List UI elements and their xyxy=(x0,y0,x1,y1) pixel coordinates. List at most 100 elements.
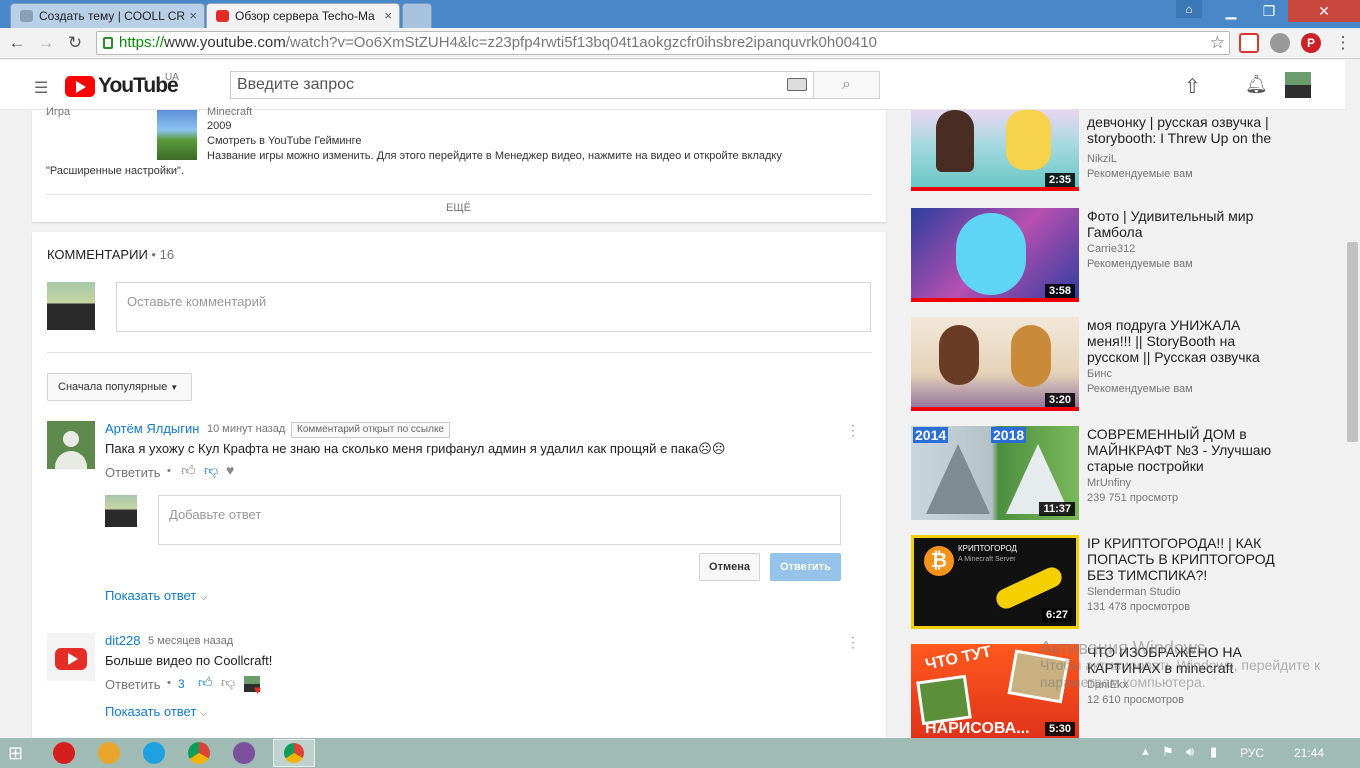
divider xyxy=(46,194,871,195)
game-name[interactable]: Minecraft xyxy=(207,106,252,118)
skype-icon[interactable] xyxy=(143,742,165,764)
cancel-button[interactable]: Отмена xyxy=(699,553,760,581)
video-duration: 6:27 xyxy=(1041,608,1072,622)
video-thumbnail[interactable]: 3:58 xyxy=(911,208,1079,302)
show-reply-button[interactable]: Показать ответ ⌵ xyxy=(105,704,208,719)
minimize-button[interactable]: ▁ xyxy=(1212,0,1250,22)
video-title[interactable]: storybooth: I Threw Up on the xyxy=(1087,130,1307,146)
browser-tab-1[interactable]: Создать тему | COOLL CR × xyxy=(10,3,205,28)
video-title[interactable]: IP КРИПТОГОРОДА!! | КАК xyxy=(1087,535,1307,551)
video-info[interactable]: моя подруга УНИЖАЛА меня!!! || StoryBoot… xyxy=(1087,317,1307,397)
submit-reply-button[interactable]: Ответить xyxy=(770,553,841,581)
description-note: Название игры можно изменить. Для этого … xyxy=(207,150,782,162)
separator-dot: • xyxy=(167,465,171,477)
video-title[interactable]: Фото | Удивительный мир xyxy=(1087,208,1307,224)
video-title[interactable]: русском || Русская озвучка xyxy=(1087,349,1307,365)
active-chrome-task[interactable] xyxy=(273,739,315,767)
video-info[interactable]: IP КРИПТОГОРОДА!! | КАК ПОПАСТЬ В КРИПТО… xyxy=(1087,535,1307,615)
language-indicator[interactable]: РУС xyxy=(1240,746,1264,760)
gaming-link[interactable]: Смотреть в YouTube Гейминге xyxy=(207,135,361,147)
browser-tab-2[interactable]: Обзор сервера Techo-Ma × xyxy=(206,3,400,28)
extension-cloud-icon[interactable] xyxy=(1270,33,1290,53)
thumbnail-label: ЧТО ТУТ xyxy=(923,643,993,674)
profile-icon[interactable]: ⌂ xyxy=(1176,0,1202,18)
url-path: /watch?v=Oo6XmStZUH4&lc=z23pfp4rwti5f13b… xyxy=(285,34,877,51)
scrollbar-thumb[interactable] xyxy=(1347,242,1358,442)
video-title[interactable]: Гамбола xyxy=(1087,224,1307,240)
video-title[interactable]: меня!!! || StoryBooth на xyxy=(1087,333,1307,349)
address-bar[interactable]: https://www.youtube.com/watch?v=Oo6XmStZ… xyxy=(96,31,1230,55)
pinterest-icon[interactable]: P xyxy=(1301,33,1321,53)
comment-time[interactable]: 10 минут назад xyxy=(207,423,285,435)
search-input[interactable]: Введите запрос xyxy=(230,71,814,99)
page-scrollbar[interactable] xyxy=(1345,60,1360,738)
reload-icon[interactable]: ↻ xyxy=(64,32,86,54)
reply-input[interactable]: Добавьте ответ xyxy=(158,495,841,545)
comment-author[interactable]: dit228 xyxy=(105,633,140,648)
yandex-browser-icon[interactable] xyxy=(98,742,120,764)
viber-icon[interactable] xyxy=(233,742,255,764)
chrome-icon[interactable] xyxy=(188,742,210,764)
comment-input[interactable]: Оставьте комментарий xyxy=(116,282,871,332)
flag-icon[interactable]: ⚑ xyxy=(1162,744,1174,760)
video-meta: Рекомендуемые вам xyxy=(1087,168,1193,180)
clock[interactable]: 21:44 xyxy=(1294,746,1324,760)
avatar[interactable] xyxy=(1285,72,1311,98)
thumb-up-icon[interactable]: 👍︎ xyxy=(181,462,196,479)
volume-icon[interactable]: 🔊︎ xyxy=(1186,744,1194,760)
tray-arrow-icon[interactable]: ▲ xyxy=(1140,746,1151,758)
video-info[interactable]: СОВРЕМЕННЫЙ ДОМ в МАЙНКРАФТ №3 - Улучшаю… xyxy=(1087,426,1307,506)
network-icon[interactable]: ▮ xyxy=(1210,744,1217,760)
avatar[interactable] xyxy=(47,633,95,681)
hamburger-menu-icon[interactable]: ☰ xyxy=(34,78,48,98)
close-icon[interactable]: × xyxy=(189,8,197,23)
youtube-logo[interactable]: YouTube UA xyxy=(65,72,190,100)
search-icon: ⌕ xyxy=(842,76,851,93)
video-duration: 5:30 xyxy=(1044,722,1075,736)
video-thumbnail[interactable]: 2014 2018 11:37 xyxy=(911,426,1079,520)
thumb-up-icon[interactable]: 👍︎ xyxy=(198,674,213,691)
avatar[interactable] xyxy=(47,421,95,469)
forward-arrow-icon[interactable]: → xyxy=(35,32,57,54)
more-vert-icon[interactable]: ⋮ xyxy=(846,422,860,439)
video-thumbnail[interactable]: ₿ КРИПТОГОРОД A Minecraft Server 6:27 xyxy=(911,535,1079,629)
close-icon[interactable]: × xyxy=(384,8,392,23)
menu-dots-icon[interactable]: ⋮ xyxy=(1332,32,1354,54)
opera-icon[interactable] xyxy=(53,742,75,764)
maximize-button[interactable]: ❐ xyxy=(1250,0,1288,22)
windows-start-icon[interactable]: ⊞ xyxy=(8,744,30,762)
video-title[interactable]: старые постройки xyxy=(1087,458,1307,474)
video-title[interactable]: СОВРЕМЕННЫЙ ДОМ в xyxy=(1087,426,1307,442)
video-info[interactable]: девчонку | русская озвучка | storybooth:… xyxy=(1087,114,1307,182)
more-vert-icon[interactable]: ⋮ xyxy=(846,634,860,651)
bookmark-star-icon[interactable]: ☆ xyxy=(1210,32,1225,54)
extension-shield-icon[interactable] xyxy=(1239,33,1259,53)
game-cover-image[interactable] xyxy=(157,110,197,160)
show-more-button[interactable]: ЕЩЁ xyxy=(446,202,471,214)
heart-icon[interactable]: ♥ xyxy=(226,462,234,478)
thumb-down-icon[interactable]: 👎︎ xyxy=(221,674,235,691)
video-thumbnail[interactable]: 3:20 xyxy=(911,317,1079,411)
video-channel: NikziL xyxy=(1087,153,1117,165)
video-title[interactable]: ПОПАСТЬ В КРИПТОГОРОД xyxy=(1087,551,1307,567)
comment-time[interactable]: 5 месяцев назад xyxy=(148,635,233,647)
reply-button[interactable]: Ответить xyxy=(105,677,161,692)
video-info[interactable]: Фото | Удивительный мир Гамбола Carrie31… xyxy=(1087,208,1307,272)
comment-author[interactable]: Артём Ялдыгин xyxy=(105,421,199,436)
upload-icon[interactable]: ⇧ xyxy=(1184,74,1201,99)
show-reply-button[interactable]: Показать ответ ⌵ xyxy=(105,588,208,603)
video-title[interactable]: девчонку | русская озвучка | xyxy=(1087,114,1307,130)
bell-icon[interactable]: 🔔︎ xyxy=(1245,74,1268,95)
close-window-button[interactable]: ✕ xyxy=(1288,0,1360,22)
video-title[interactable]: БЕЗ ТИМСПИКА?! xyxy=(1087,567,1307,583)
thumb-down-icon[interactable]: 👎︎ xyxy=(204,462,218,479)
keyboard-icon[interactable] xyxy=(787,78,807,91)
reply-button[interactable]: Ответить xyxy=(105,465,161,480)
search-button[interactable]: ⌕ xyxy=(813,71,880,99)
back-arrow-icon[interactable]: ← xyxy=(6,32,28,54)
video-thumbnail[interactable]: 2:35 xyxy=(911,110,1079,191)
sort-dropdown[interactable]: Сначала популярные ▼ xyxy=(47,373,192,401)
video-title[interactable]: моя подруга УНИЖАЛА xyxy=(1087,317,1307,333)
new-tab-button[interactable] xyxy=(402,3,432,28)
video-title[interactable]: МАЙНКРАФТ №3 - Улучшаю xyxy=(1087,442,1307,458)
